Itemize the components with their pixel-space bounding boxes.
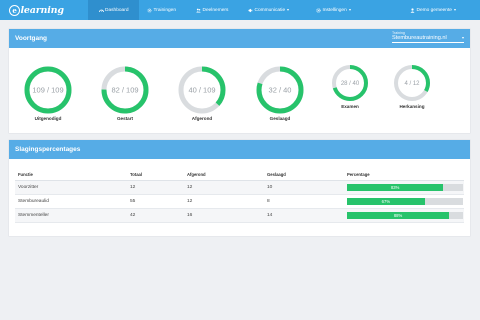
training-select-value: Stembureautraining.nl bbox=[392, 35, 447, 41]
nav-communicatie[interactable]: Communicatie bbox=[248, 0, 290, 20]
cell-percentage: 88% bbox=[344, 208, 464, 223]
user-icon bbox=[410, 8, 415, 13]
chevron-down-icon bbox=[462, 37, 464, 39]
donut-value: 40 / 109 bbox=[188, 86, 215, 95]
megaphone-icon bbox=[248, 8, 253, 13]
nav-trainingen[interactable]: Trainingen bbox=[147, 0, 176, 20]
slagingspercentages-title: Slagingspercentages bbox=[15, 146, 81, 153]
donut-chart: 4 / 12 bbox=[394, 65, 430, 101]
table-header-row: Functie Totaal Afgerond Geslaagd Percent… bbox=[15, 169, 464, 181]
voortgang-title: Voortgang bbox=[15, 35, 48, 42]
column-header-functie[interactable]: Functie bbox=[15, 169, 127, 181]
cell-geslaagd: 8 bbox=[264, 194, 344, 209]
column-header-totaal[interactable]: Totaal bbox=[127, 169, 184, 181]
donut-label: Examen bbox=[341, 104, 359, 109]
donut-value: 4 / 12 bbox=[404, 81, 420, 87]
chevron-down-icon bbox=[348, 9, 351, 11]
donut-value: 82 / 109 bbox=[111, 86, 138, 95]
donut-label: Geslaagd bbox=[269, 116, 291, 121]
table-row: Voorzitter 12 12 10 83% bbox=[15, 180, 464, 195]
donut-herkansing: 4 / 12 Herkansing bbox=[393, 64, 431, 109]
cell-totaal: 42 bbox=[127, 208, 184, 223]
elearning-logo[interactable]: e learning bbox=[9, 3, 64, 17]
cell-afgerond: 12 bbox=[184, 180, 264, 195]
chevron-down-icon bbox=[453, 9, 456, 11]
percentage-progress-bar: 83% bbox=[347, 183, 463, 191]
gauge-icon bbox=[98, 8, 104, 13]
nav-dashboard-label: Dashboard bbox=[105, 7, 129, 13]
progress-fill: 83% bbox=[347, 183, 444, 191]
donut-chart: 109 / 109 bbox=[24, 66, 72, 114]
nav-deelnemers[interactable]: Deelnemers bbox=[196, 0, 228, 20]
progress-fill: 67% bbox=[347, 197, 425, 205]
donut-examen: 28 / 40 Examen bbox=[331, 64, 369, 109]
donut-label: Uitgenodigd bbox=[34, 116, 62, 121]
cell-percentage: 83% bbox=[344, 180, 464, 195]
column-header-geslaagd[interactable]: Geslaagd bbox=[264, 169, 344, 181]
progress-label: 88% bbox=[393, 212, 403, 218]
donut-label: Afgerond bbox=[191, 116, 213, 121]
nav-dashboard[interactable]: Dashboard bbox=[88, 0, 139, 20]
training-select-label: Training bbox=[392, 31, 405, 35]
cog-icon bbox=[316, 8, 321, 13]
top-navbar: e learning Dashboard Trainingen Deelnemer… bbox=[0, 0, 480, 20]
cell-functie: Stemmenteller bbox=[15, 208, 127, 223]
donut-chart: 82 / 109 bbox=[101, 66, 149, 114]
donut-label: Gestart bbox=[116, 116, 134, 121]
voortgang-panel: Voortgang Training Stembureautraining.nl… bbox=[9, 29, 470, 133]
cell-functie: Voorzitter bbox=[15, 180, 127, 195]
slagingspercentages-header: Slagingspercentages bbox=[9, 140, 470, 159]
donut-chart: 40 / 109 bbox=[178, 66, 226, 114]
nav-instellingen[interactable]: Instellingen bbox=[316, 0, 351, 20]
slagingspercentages-panel: Slagingspercentages Functie Totaal Afger… bbox=[9, 140, 470, 236]
nav-communicatie-label: Communicatie bbox=[254, 7, 286, 13]
donut-afgerond: 40 / 109 Afgerond bbox=[177, 65, 227, 121]
nav-trainingen-label: Trainingen bbox=[153, 7, 177, 13]
nav-instellingen-label: Instellingen bbox=[322, 7, 347, 13]
cell-geslaagd: 10 bbox=[264, 180, 344, 195]
logo-e-icon: e bbox=[9, 4, 20, 16]
cell-totaal: 12 bbox=[127, 180, 184, 195]
donut-value: 28 / 40 bbox=[341, 81, 360, 87]
percentage-progress-bar: 67% bbox=[347, 197, 463, 205]
cell-functie: Stembureaulid bbox=[15, 194, 127, 209]
user-menu-label: Demo gemeente bbox=[416, 7, 452, 13]
donut-chart: 28 / 40 bbox=[332, 65, 368, 101]
table-row: Stemmenteller 42 16 14 88% bbox=[15, 208, 464, 223]
cell-totaal: 55 bbox=[127, 194, 184, 209]
nav-deelnemers-label: Deelnemers bbox=[202, 7, 229, 13]
chevron-down-icon bbox=[287, 9, 290, 11]
users-icon bbox=[196, 8, 201, 13]
cell-afgerond: 12 bbox=[184, 194, 264, 209]
percentage-progress-bar: 88% bbox=[347, 211, 463, 219]
donut-geslaagd: 32 / 40 Geslaagd bbox=[255, 65, 305, 121]
cell-afgerond: 16 bbox=[184, 208, 264, 223]
cell-percentage: 67% bbox=[344, 194, 464, 209]
donut-uitgenodigd: 109 / 109 Uitgenodigd bbox=[23, 65, 73, 121]
logo-text: learning bbox=[20, 4, 64, 16]
table-row: Stembureaulid 55 12 8 67% bbox=[15, 194, 464, 209]
donut-value: 32 / 40 bbox=[269, 86, 292, 95]
donut-gestart: 82 / 109 Gestart bbox=[100, 65, 150, 121]
gear-icon bbox=[147, 8, 152, 13]
donut-value: 109 / 109 bbox=[32, 86, 63, 95]
column-header-percentage[interactable]: Percentage bbox=[344, 169, 464, 181]
cell-geslaagd: 14 bbox=[264, 208, 344, 223]
column-header-afgerond[interactable]: Afgerond bbox=[184, 169, 264, 181]
voortgang-header: Voortgang Training Stembureautraining.nl bbox=[9, 29, 470, 48]
user-menu[interactable]: Demo gemeente bbox=[410, 0, 456, 20]
progress-label: 67% bbox=[381, 198, 391, 204]
donut-label: Herkansing bbox=[399, 104, 425, 109]
progress-label: 83% bbox=[390, 184, 400, 190]
slagingspercentages-table: Functie Totaal Afgerond Geslaagd Percent… bbox=[15, 169, 464, 223]
donut-chart: 32 / 40 bbox=[256, 66, 304, 114]
training-select[interactable]: Training Stembureautraining.nl bbox=[392, 31, 464, 43]
progress-fill: 88% bbox=[347, 211, 450, 219]
